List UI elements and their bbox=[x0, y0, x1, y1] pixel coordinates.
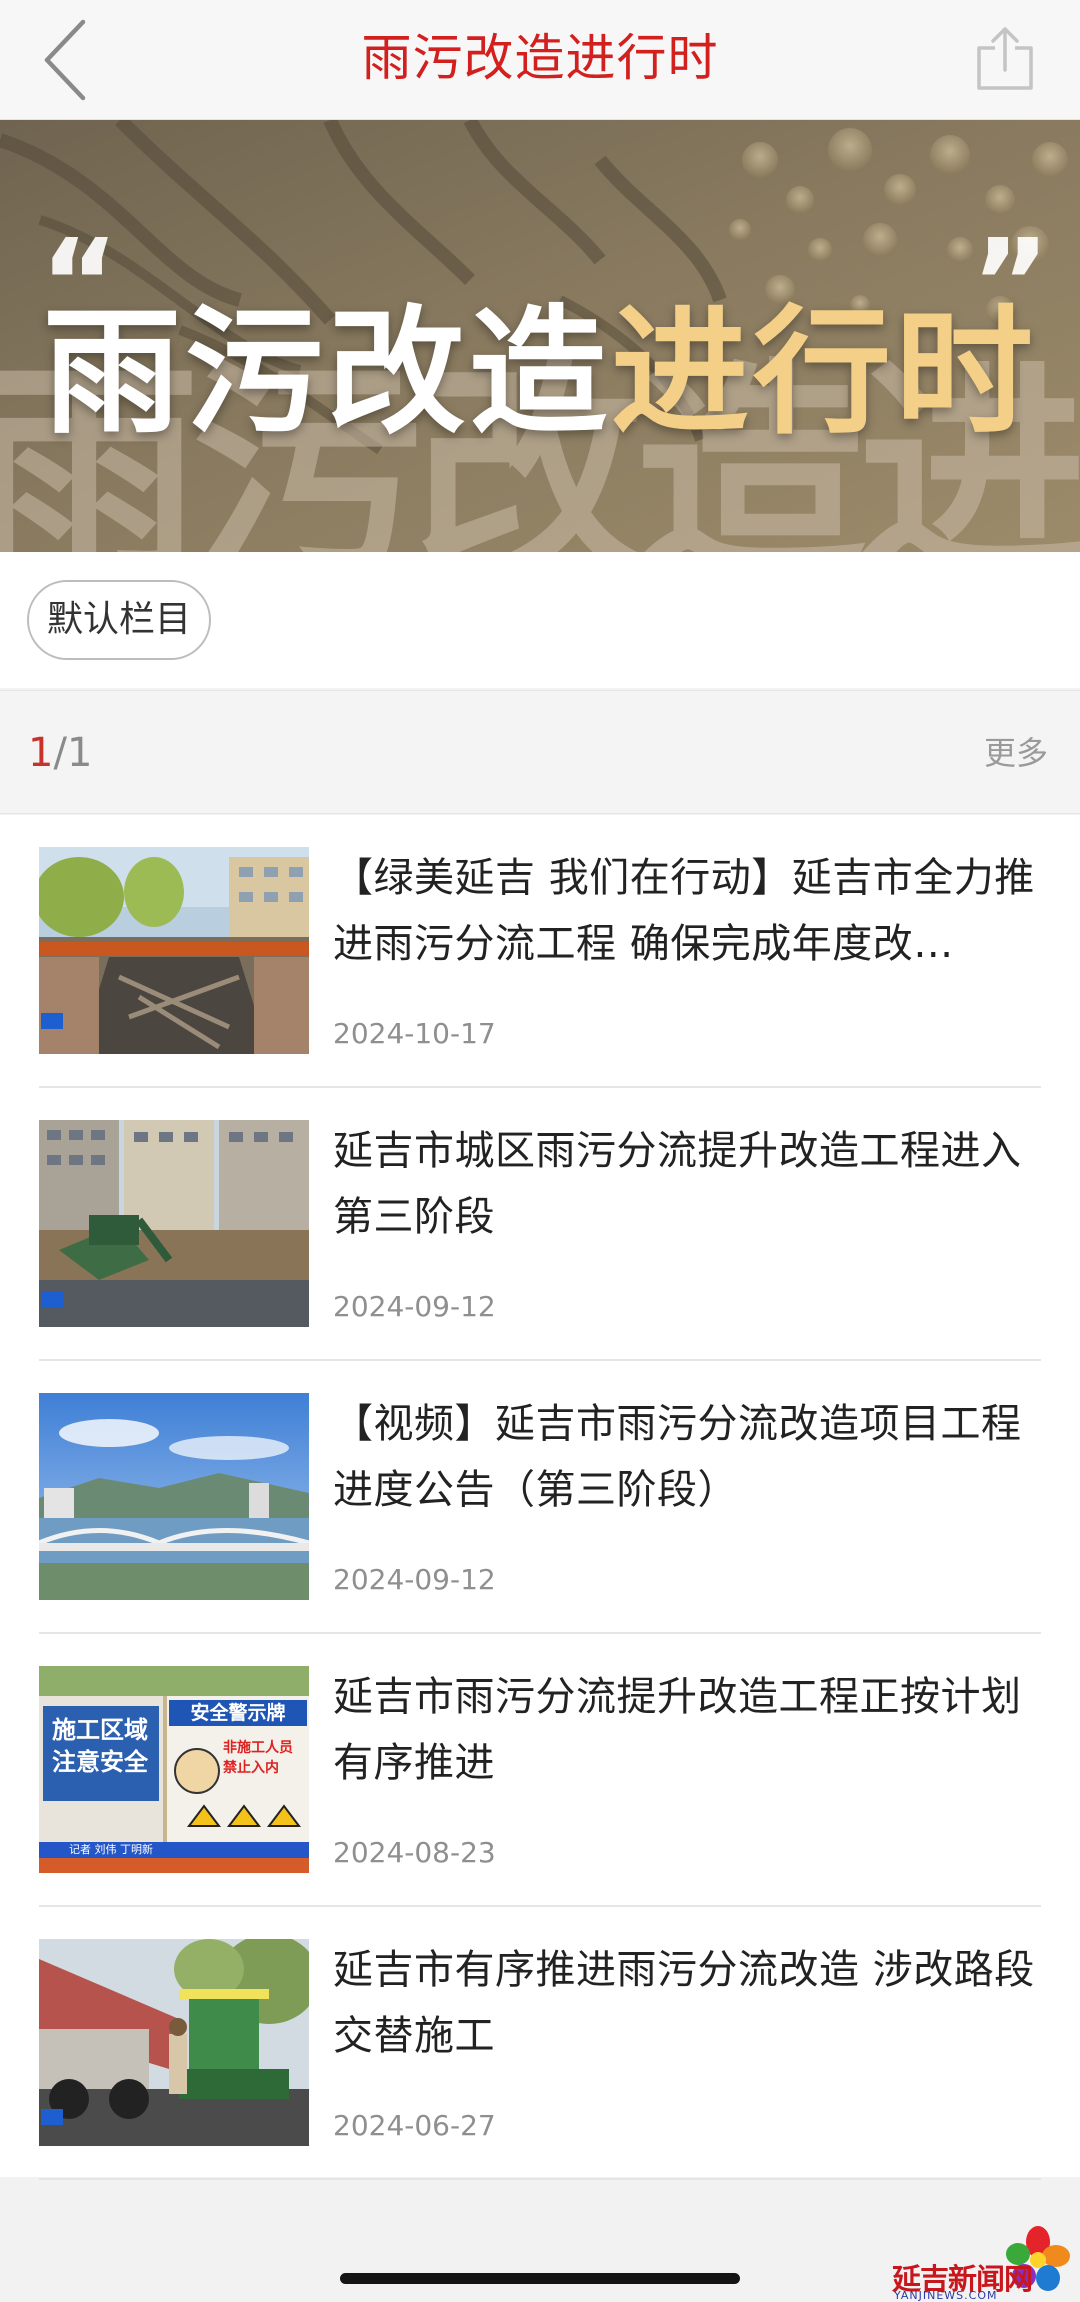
news-thumbnail bbox=[39, 847, 309, 1054]
news-title: 延吉市城区雨污分流提升改造工程进入第三阶段 bbox=[333, 1128, 1022, 1240]
thumbnail-reporter-caption: 记者 刘伟 丁明新 bbox=[69, 1843, 153, 1856]
news-title: 延吉市雨污分流提升改造工程正按计划有序推进 bbox=[333, 1674, 1022, 1786]
news-title: 【视频】延吉市雨污分流改造项目工程进度公告（第三阶段） bbox=[333, 1401, 1022, 1513]
thumbnail-sign-right-sub: 非施工人员禁止入内 bbox=[223, 1740, 293, 1776]
news-title: 延吉市有序推进雨污分流改造 涉改路段交替施工 bbox=[333, 1947, 1035, 2059]
category-chip-default[interactable]: 默认栏目 bbox=[27, 580, 212, 660]
category-bar: 默认栏目 bbox=[0, 552, 1080, 688]
news-thumbnail bbox=[39, 1393, 309, 1600]
list-item[interactable]: 施工区域注意安全 安全警示牌 非施工人员禁止入内 记者 刘伟 丁明新 延吉市雨污… bbox=[39, 1634, 1041, 1907]
watermark-domain: YANJINEWS.COM bbox=[894, 2289, 998, 2302]
app-screen: { "header": { "title": "雨污改造进行时" }, "ban… bbox=[0, 0, 1080, 2302]
thumbnail-sign-right-title: 安全警示牌 bbox=[190, 1702, 286, 1724]
banner-title-white: 雨污改造 bbox=[42, 292, 611, 453]
news-thumbnail: 施工区域注意安全 安全警示牌 非施工人员禁止入内 记者 刘伟 丁明新 bbox=[39, 1666, 309, 1873]
thumbnail-sign-left: 施工区域注意安全 bbox=[52, 1716, 148, 1776]
news-date: 2024-06-27 bbox=[333, 2109, 496, 2142]
list-item[interactable]: 【视频】延吉市雨污分流改造项目工程进度公告（第三阶段） 2024-09-12 bbox=[39, 1361, 1041, 1634]
topic-banner: 雨污改造进行时 “ ” 雨污改造进行时 bbox=[0, 120, 1080, 552]
list-item[interactable]: 延吉市有序推进雨污分流改造 涉改路段交替施工 2024-06-27 bbox=[39, 1907, 1041, 2180]
page-title: 雨污改造进行时 bbox=[361, 29, 719, 87]
news-list: 【绿美延吉 我们在行动】延吉市全力推进雨污分流工程 确保完成年度改… 2024-… bbox=[0, 815, 1080, 2180]
page-indicator: 1/1 bbox=[28, 691, 92, 815]
site-watermark-logo: 延吉新闻网 YANJINEWS.COM bbox=[892, 2224, 1072, 2302]
more-link[interactable]: 更多 bbox=[984, 691, 1048, 815]
current-page: 1 bbox=[28, 730, 54, 776]
news-title: 【绿美延吉 我们在行动】延吉市全力推进雨污分流工程 确保完成年度改… bbox=[333, 855, 1035, 967]
list-item[interactable]: 延吉市城区雨污分流提升改造工程进入第三阶段 2024-09-12 bbox=[39, 1088, 1041, 1361]
share-icon bbox=[977, 27, 1033, 90]
banner-title: 雨污改造进行时 bbox=[0, 260, 1080, 460]
page-separator: / bbox=[53, 730, 67, 776]
home-indicator[interactable] bbox=[340, 2273, 740, 2284]
total-pages: 1 bbox=[66, 730, 93, 776]
news-thumbnail bbox=[39, 1120, 309, 1327]
share-button[interactable] bbox=[960, 14, 1050, 104]
news-date: 2024-08-23 bbox=[333, 1836, 496, 1869]
news-date: 2024-10-17 bbox=[333, 1017, 496, 1050]
news-date: 2024-09-12 bbox=[333, 1563, 496, 1596]
top-nav-bar: 雨污改造进行时 bbox=[0, 0, 1080, 120]
list-item[interactable]: 【绿美延吉 我们在行动】延吉市全力推进雨污分流工程 确保完成年度改… 2024-… bbox=[39, 815, 1041, 1088]
pager-bar: 1/1 更多 bbox=[0, 690, 1080, 814]
news-thumbnail bbox=[39, 1939, 309, 2146]
news-date: 2024-09-12 bbox=[333, 1290, 496, 1323]
banner-title-gold: 进行时 bbox=[611, 292, 1038, 453]
